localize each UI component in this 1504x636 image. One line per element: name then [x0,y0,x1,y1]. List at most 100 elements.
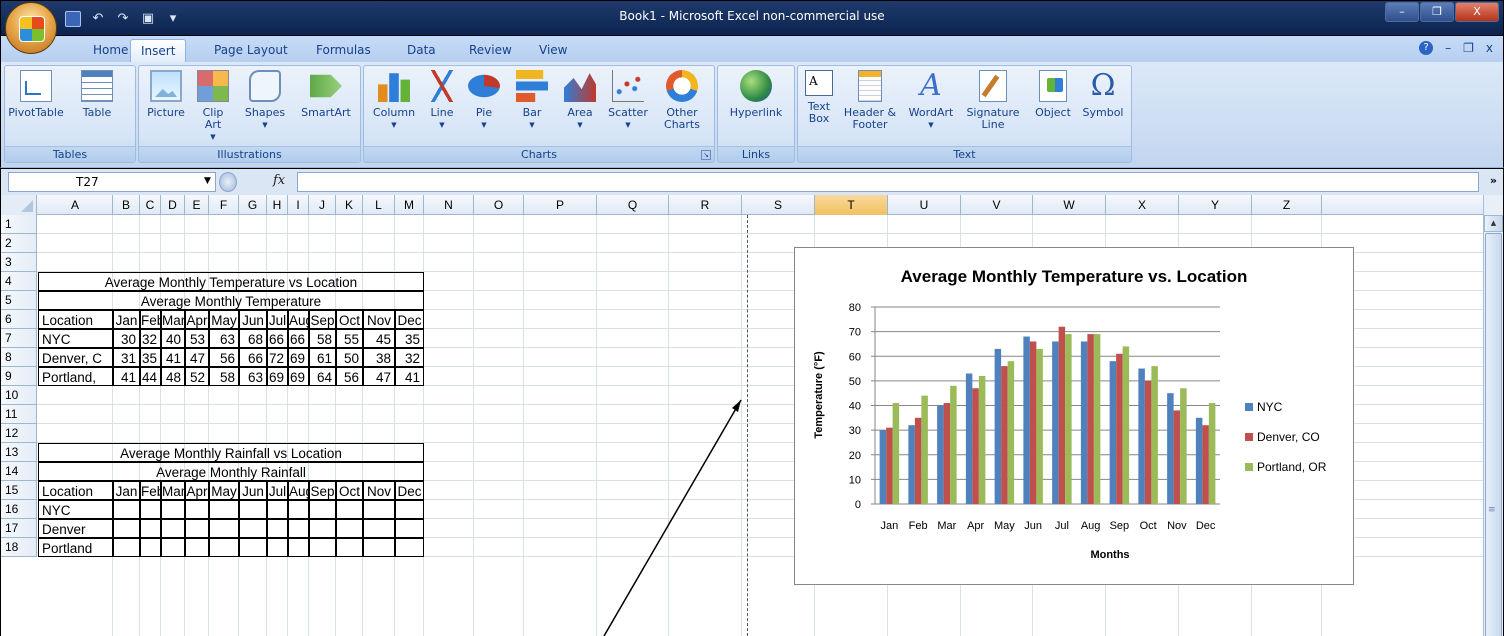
bar-chart-button[interactable]: Bar ▼ [512,70,552,131]
legend-label: Denver, CO [1257,430,1320,444]
name-box[interactable]: T27 [8,172,216,192]
legend-label: NYC [1257,400,1283,414]
help-icon[interactable]: ? [1419,41,1434,55]
clipart-button[interactable]: Clip Art ▼ [191,70,235,143]
bar-chart-icon [516,70,548,102]
close-button[interactable]: X [1455,2,1499,22]
chart-y-tick-label: 80 [849,302,861,314]
group-links: Hyperlink Links [717,65,795,163]
table-icon [81,70,113,102]
chart-bar-nyc [1052,341,1059,504]
chart-bar-denver [1058,326,1066,504]
charts-dialog-launcher-icon[interactable]: ↘ [701,150,711,160]
hyperlink-label: Hyperlink [729,106,783,119]
symbol-label: Symbol [1082,106,1124,119]
hyperlink-button[interactable]: Hyperlink [720,70,792,119]
chart-bar-portland [1208,403,1216,504]
chart-bar-nyc [908,425,915,504]
group-label-charts: Charts [364,146,714,162]
chart-y-tick-label: 30 [849,425,861,437]
chart-bar-nyc [1167,393,1174,504]
vertical-scrollbar[interactable]: ▲ ≡ [1483,195,1503,636]
smartart-icon [310,74,342,98]
ribbon-tabs: Home Insert Page Layout Formulas Data Re… [0,36,1504,62]
signature-line-icon [979,70,1007,102]
pie-dropdown-icon: ▼ [481,121,487,129]
other-charts-icon [666,70,698,102]
tab-insert[interactable]: Insert [130,39,187,62]
group-text: A Text Box Header & Footer A WordArt ▼ S… [797,65,1132,163]
line-chart-icon [426,70,458,102]
window-title: Book1 - Microsoft Excel non-commercial u… [619,9,885,23]
pie-chart-button[interactable]: Pie ▼ [464,70,504,131]
tab-review[interactable]: Review [459,39,522,62]
tab-view[interactable]: View [529,39,577,62]
scroll-thumb[interactable] [1485,233,1502,636]
object-label: Object [1035,106,1071,119]
chart-bar-portland [1180,388,1187,504]
textbox-button[interactable]: A Text Box [800,70,838,125]
group-label-text: Text [798,146,1131,162]
table-button[interactable]: Table [69,70,125,119]
scroll-grip-icon: ≡ [1488,505,1496,515]
legend-swatch [1245,433,1253,441]
object-button[interactable]: Object [1028,70,1078,119]
signature-line-button[interactable]: Signature Line [962,70,1024,131]
minimize-button[interactable]: – [1385,2,1419,22]
legend-entry: NYC [1245,400,1282,414]
chart-x-tick-label: Nov [1167,520,1187,532]
hyperlink-globe-icon [740,70,772,102]
picture-button[interactable]: Picture [141,70,191,119]
wordart-label: WordArt [908,106,954,119]
office-button[interactable] [5,2,57,54]
restore-button[interactable]: ❐ [1420,2,1454,22]
chart-bar-denver [1173,410,1181,504]
chart-y-tick-label: 20 [849,450,861,462]
chart-bar-denver [1144,380,1152,504]
name-box-dropdown-icon[interactable]: ▼ [204,176,211,186]
insert-function-icon[interactable]: fx [273,173,285,188]
chart-bar-denver [1202,425,1209,504]
symbol-button[interactable]: Ω Symbol [1078,70,1128,119]
line-chart-button[interactable]: Line ▼ [422,70,462,131]
line-dropdown-icon: ▼ [439,121,445,129]
expand-formula-bar-icon[interactable]: » [1490,174,1497,187]
chart-bar-nyc [1109,361,1117,504]
scroll-up-icon[interactable]: ▲ [1484,215,1503,232]
chart[interactable]: Average Monthly Temperature vs. Location… [794,247,1354,585]
chart-y-tick-label: 10 [849,474,861,486]
column-chart-button[interactable]: Column ▼ [366,70,422,131]
formula-bar-splitter[interactable] [219,172,237,192]
workbook-close-icon[interactable]: x [1486,41,1493,55]
group-tables: PivotTable Table Tables [4,65,136,163]
chart-bar-nyc [965,373,973,504]
formula-input[interactable] [297,172,1479,192]
group-label-illustrations: Illustrations [139,146,360,162]
chart-x-tick-label: Dec [1196,520,1216,532]
area-chart-button[interactable]: Area ▼ [560,70,600,131]
shapes-button[interactable]: Shapes ▼ [237,70,293,131]
shapes-dropdown-icon: ▼ [262,121,268,129]
pie-label: Pie [475,106,493,119]
scatter-chart-button[interactable]: Scatter ▼ [604,70,652,131]
workbook-minimize-icon[interactable]: – [1445,41,1451,55]
clipart-icon [197,70,229,102]
pivottable-icon [20,70,52,102]
formula-bar: T27 ▼ fx » [0,169,1504,195]
workbook-restore-icon[interactable]: ❐ [1463,41,1474,55]
smartart-button[interactable]: SmartArt [293,70,359,119]
chart-bar-portland [1007,361,1015,504]
other-charts-button[interactable]: Other Charts [656,70,708,131]
legend-swatch [1245,403,1253,411]
chart-bar-nyc [994,348,1002,504]
tab-page-layout[interactable]: Page Layout [204,39,298,62]
tab-data[interactable]: Data [397,39,446,62]
chart-x-tick-label: Jan [881,520,899,532]
tab-formulas[interactable]: Formulas [306,39,381,62]
wordart-button[interactable]: A WordArt ▼ [902,70,960,131]
bar-label: Bar [522,106,542,119]
chart-bar-denver [972,388,979,504]
pivottable-button[interactable]: PivotTable [5,70,67,119]
header-footer-button[interactable]: Header & Footer [840,70,900,131]
chart-bar-portland [950,385,957,504]
